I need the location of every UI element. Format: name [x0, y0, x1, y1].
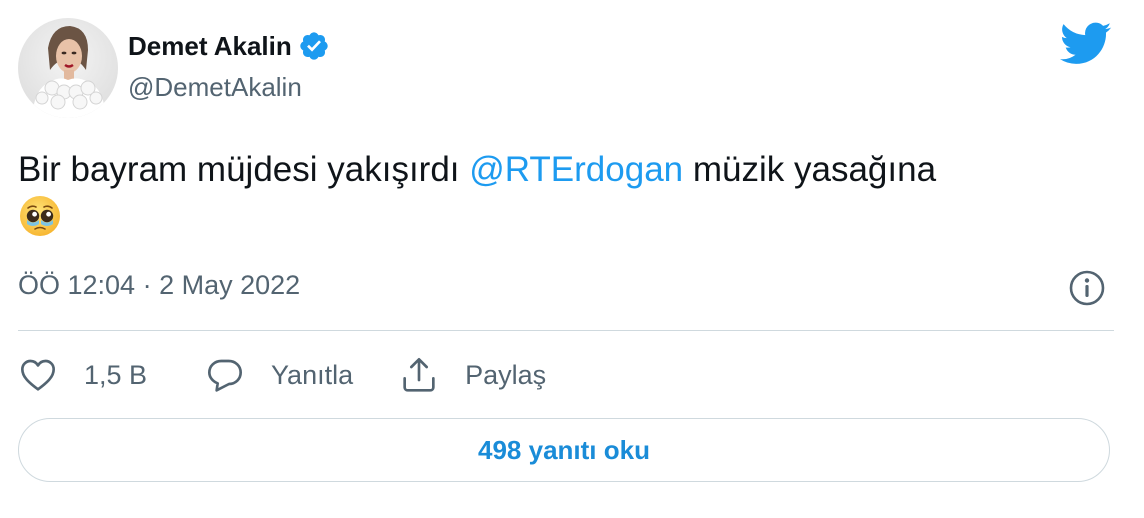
- display-name[interactable]: Demet Akalin: [128, 31, 292, 62]
- tweet-timestamp[interactable]: ÖÖ 12:04 · 2 May 2022: [18, 270, 300, 301]
- tweet-text-after: müzik yasağına: [683, 150, 937, 189]
- reply-label: Yanıtla: [271, 359, 354, 390]
- like-count: 1,5 B: [84, 359, 148, 390]
- info-icon[interactable]: [1066, 267, 1108, 309]
- share-label: Paylaş: [465, 359, 547, 390]
- reply-bubble-icon: [205, 355, 245, 395]
- tweet-actions: 1,5 B Yanıtla Paylaş: [18, 352, 546, 398]
- share-icon: [399, 355, 439, 395]
- share-button[interactable]: Paylaş: [399, 355, 546, 395]
- divider: [18, 330, 1114, 331]
- verified-badge-icon: [298, 30, 330, 62]
- pleading-face-emoji-icon: [18, 194, 62, 238]
- avatar[interactable]: [18, 18, 118, 118]
- mention-link[interactable]: @RTErdogan: [469, 150, 683, 189]
- twitter-bird-icon[interactable]: [1060, 22, 1112, 66]
- read-replies-button[interactable]: 498 yanıtı oku: [18, 418, 1110, 482]
- profile-photo-icon: [18, 18, 118, 118]
- tweet-text-before: Bir bayram müjdesi yakışırdı: [18, 150, 470, 189]
- tweet-text: Bir bayram müjdesi yakışırdı @RTErdogan …: [18, 146, 1118, 243]
- display-name-row[interactable]: Demet Akalin: [128, 28, 330, 64]
- reply-button[interactable]: Yanıtla: [205, 355, 353, 395]
- heart-icon: [18, 355, 58, 395]
- user-handle[interactable]: @DemetAkalin: [128, 72, 302, 103]
- read-replies-label: 498 yanıtı oku: [478, 434, 650, 465]
- like-button[interactable]: 1,5 B: [18, 355, 147, 395]
